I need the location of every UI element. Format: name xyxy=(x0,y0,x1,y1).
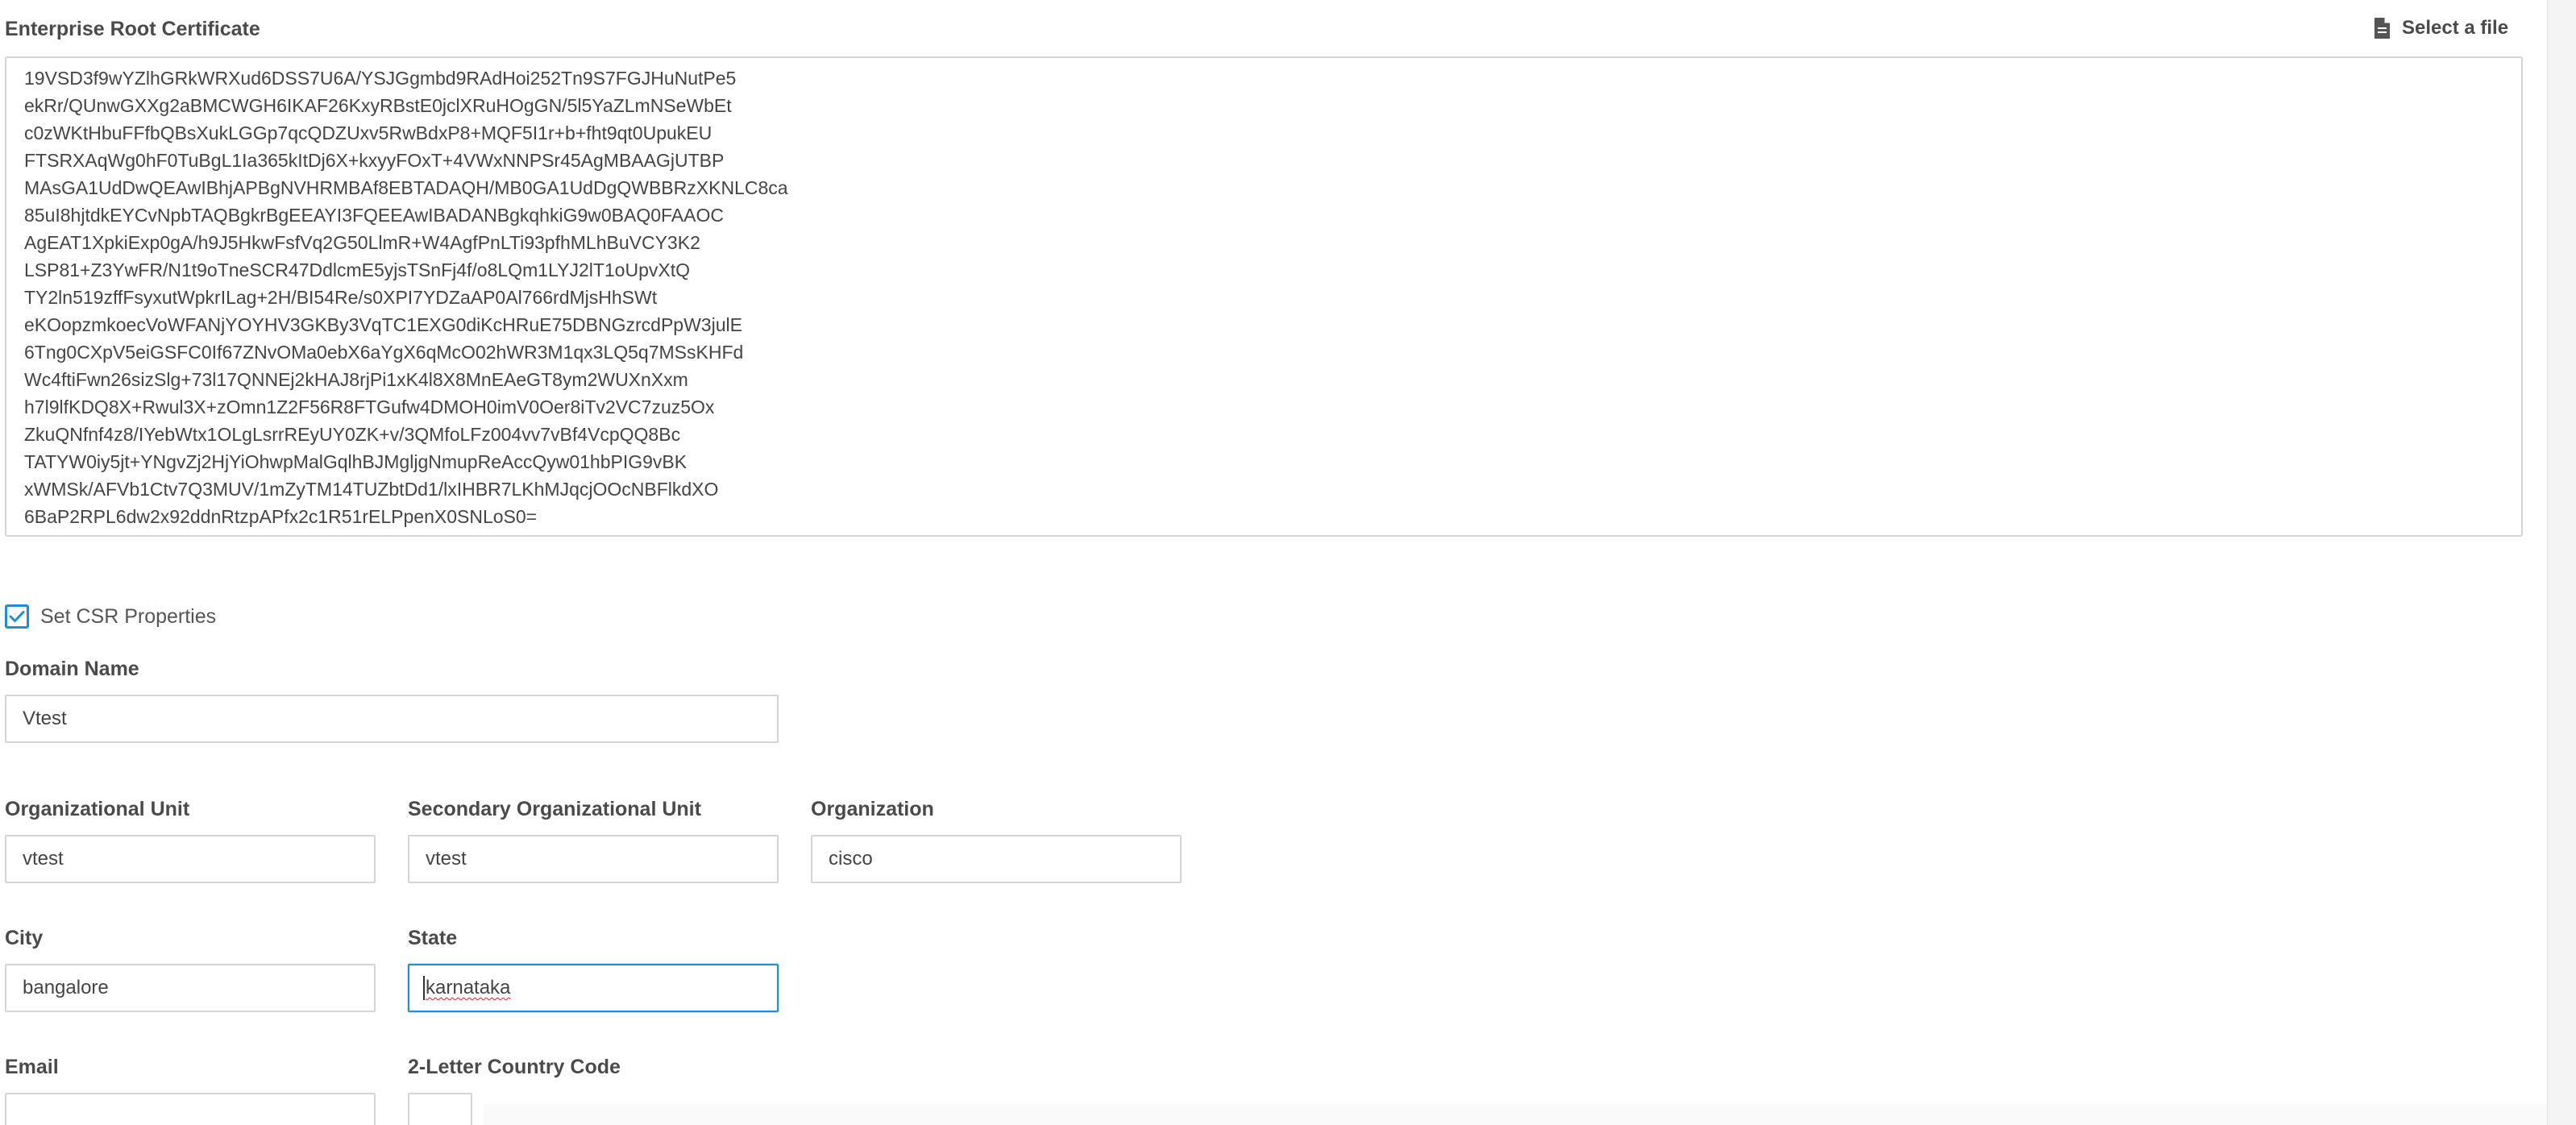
org-unit-label: Organizational Unit xyxy=(5,798,190,820)
page-scrollbar[interactable] xyxy=(2547,0,2576,1125)
file-icon xyxy=(2373,17,2391,39)
certificate-text: 19VSD3f9wYZlhGRkWRXud6DSS7U6A/YSJGgmbd9R… xyxy=(24,68,788,535)
bottom-panel-edge xyxy=(484,1104,2547,1125)
csr-properties-checkbox[interactable] xyxy=(5,604,29,629)
certificate-label: Enterprise Root Certificate xyxy=(5,18,260,40)
country-code-label: 2-Letter Country Code xyxy=(408,1056,621,1078)
csr-properties-toggle[interactable]: Set CSR Properties xyxy=(5,604,216,629)
csr-properties-label: Set CSR Properties xyxy=(40,604,217,628)
city-input[interactable] xyxy=(5,964,376,1012)
select-file-button[interactable]: Select a file xyxy=(2373,15,2508,42)
email-label: Email xyxy=(5,1056,59,1078)
secondary-org-unit-input[interactable] xyxy=(408,835,779,883)
city-label: City xyxy=(5,927,44,949)
certificate-textarea[interactable]: 19VSD3f9wYZlhGRkWRXud6DSS7U6A/YSJGgmbd9R… xyxy=(5,56,2523,537)
organization-input[interactable] xyxy=(811,835,1182,883)
country-code-input[interactable] xyxy=(408,1093,472,1125)
email-input[interactable] xyxy=(5,1093,376,1125)
state-input[interactable] xyxy=(408,964,779,1012)
org-unit-input[interactable] xyxy=(5,835,376,883)
organization-label: Organization xyxy=(811,798,934,820)
page: Enterprise Root Certificate Select a fil… xyxy=(0,0,2576,1125)
state-label: State xyxy=(408,927,458,949)
secondary-org-unit-label: Secondary Organizational Unit xyxy=(408,798,701,820)
select-file-label: Select a file xyxy=(2402,17,2509,39)
check-icon xyxy=(9,611,25,622)
domain-name-label: Domain Name xyxy=(5,658,139,680)
domain-name-input[interactable] xyxy=(5,695,779,743)
